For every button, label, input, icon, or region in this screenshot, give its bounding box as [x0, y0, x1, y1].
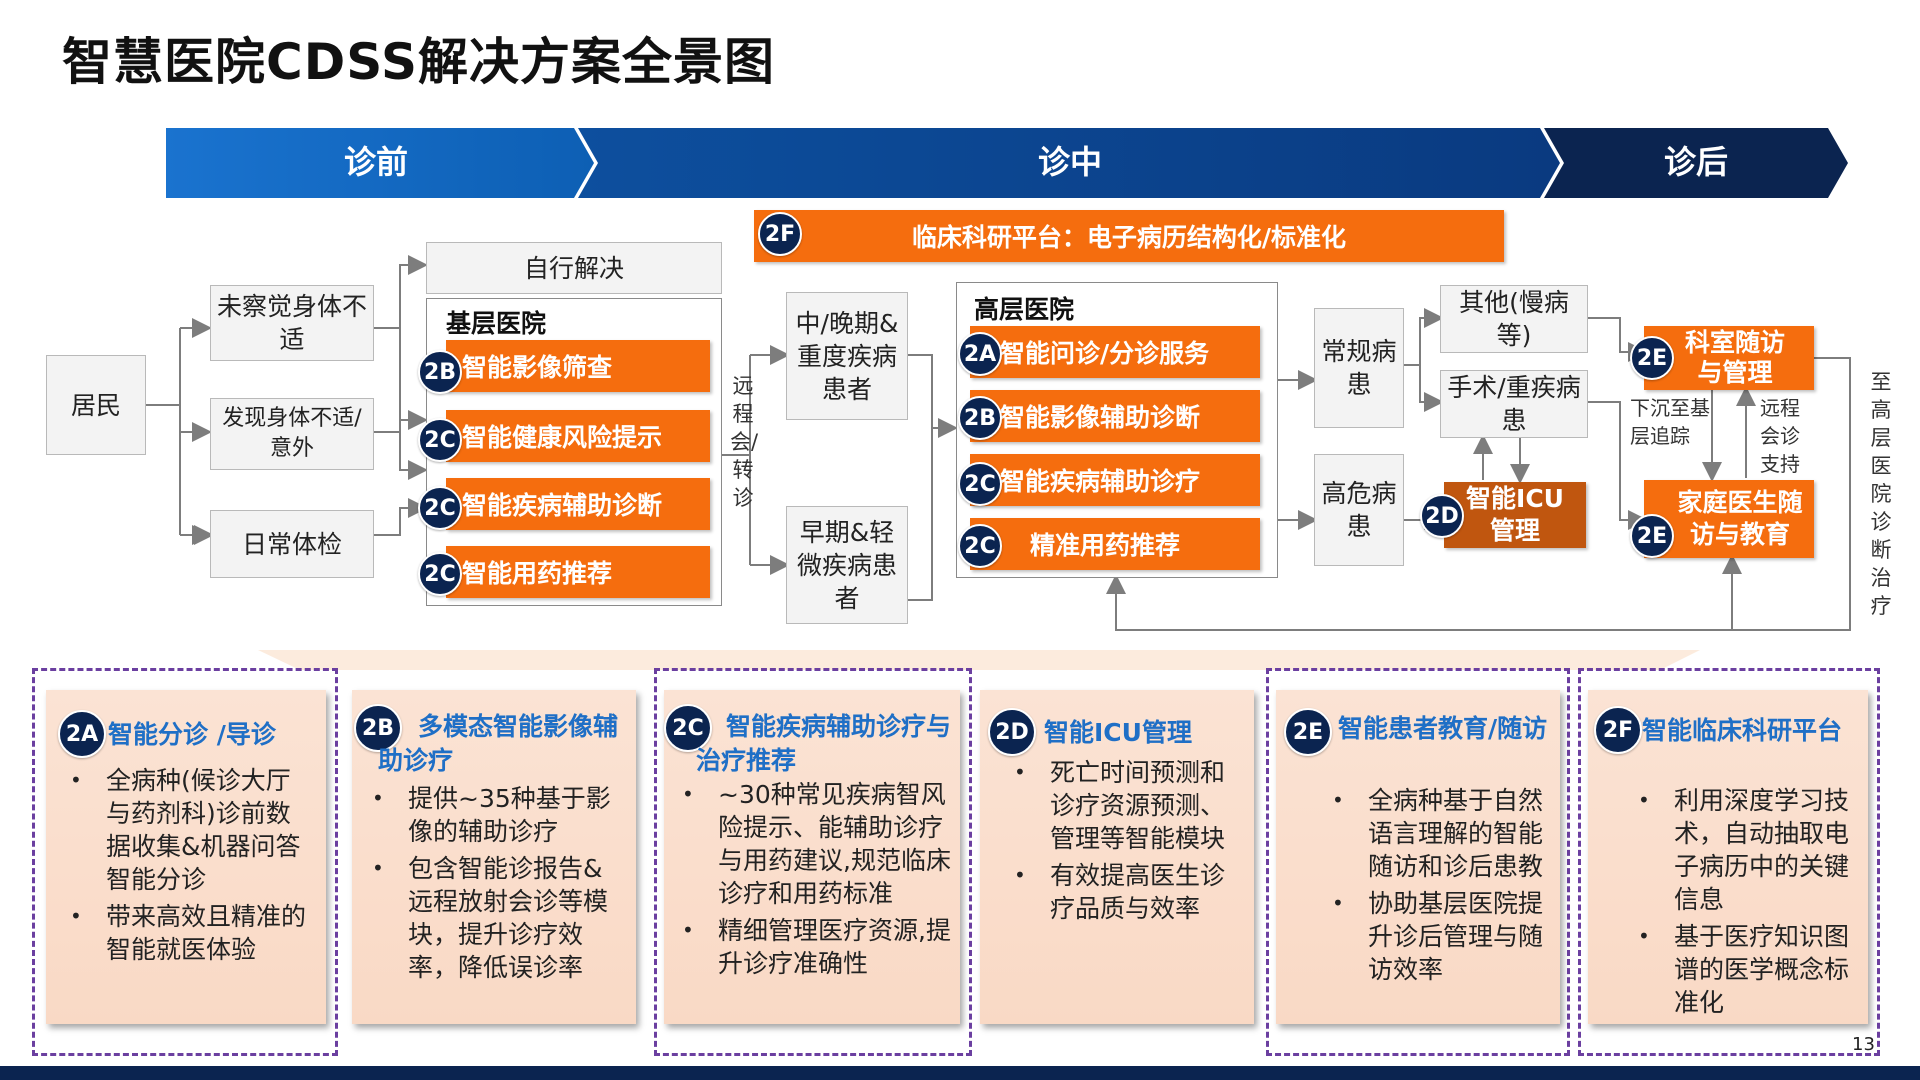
icu-box: 智能ICU管理: [1444, 482, 1586, 548]
senior-item-3: 智能疾病辅助诊疗: [970, 454, 1260, 506]
self-resolve-box: 自行解决: [426, 242, 722, 294]
card-2d: 2D 智能ICU管理 • 死亡时间预测和诊疗资源预测、管理等智能模块 • 有效提高医…: [980, 690, 1254, 1024]
senior-item-label: 智能问诊/分诊服务: [1000, 339, 1210, 368]
patient-group-severe: 中/晚期&重度疾病患者: [786, 292, 908, 420]
badge-2b: 2B: [418, 350, 462, 394]
to-senior-label: 至高层医院诊断治疗: [1870, 370, 1892, 618]
trigger-aware: 发现身体不适/ 意外: [210, 398, 374, 470]
followup-dept-label: 科室随访与管理: [1684, 328, 1785, 387]
card-title: 智能ICU管理: [1044, 718, 1192, 747]
card-title: 智能临床科研平台: [1642, 716, 1843, 745]
primary-item-2: 智能健康风险提示: [446, 410, 710, 462]
outcome-surgery: 手术/重疾病患: [1440, 370, 1588, 438]
badge-2f: 2F: [758, 212, 802, 256]
badge-2e: 2E: [1630, 514, 1674, 558]
card-bullet: • 死亡时间预测和诊疗资源预测、管理等智能模块: [1014, 758, 1226, 853]
card-bullet: • 精细管理医疗资源,提升诊疗准确性: [682, 916, 951, 978]
card-bullet: • ~30种常见疾病智风险提示、能辅助诊疗与用药建议,规范临床诊疗和用药标准: [682, 780, 951, 908]
phase-label-before: 诊前: [343, 143, 408, 181]
primary-item-label: 智能健康风险提示: [462, 423, 663, 452]
remote-consult-label: 远程会/转诊: [730, 374, 759, 510]
card-bullet: • 基于医疗知识图谱的医学概念标准化: [1638, 922, 1850, 1017]
senior-hospital-title: 高层医院: [974, 295, 1075, 324]
badge-2c: 2C: [418, 552, 462, 596]
senior-item-label: 智能疾病辅助诊疗: [1000, 467, 1201, 496]
badge-2c: 2C: [418, 486, 462, 530]
card-bullet: • 全病种基于自然语言理解的智能随访和诊后患教: [1332, 786, 1544, 881]
card-bullet: • 提供~35种基于影像的辅助诊疗: [372, 784, 611, 846]
trigger-checkup: 日常体检: [210, 510, 374, 578]
card-title: 智能患者教育/随访: [1338, 714, 1548, 743]
card-2e: 2E 智能患者教育/随访 • 全病种基于自然语言理解的智能随访和诊后患教 • 协助基…: [1276, 690, 1560, 1024]
senior-item-2: 智能影像辅助诊断: [970, 390, 1260, 442]
card-title: 多模态智能影像辅助诊疗: [378, 712, 619, 775]
senior-item-label: 智能影像辅助诊断: [1000, 403, 1201, 432]
badge-2b: 2B: [958, 396, 1002, 440]
card-badge: 2A: [58, 710, 106, 758]
footer-bar: [0, 1066, 1920, 1080]
funnel-shadow: [258, 650, 1700, 670]
primary-item-label: 智能疾病辅助诊断: [462, 491, 663, 520]
card-bullet: • 有效提高医生诊疗品质与效率: [1014, 861, 1226, 923]
patient-group-mild: 早期&轻微疾病患者: [786, 506, 908, 624]
primary-item-3: 智能疾病辅助诊断: [446, 478, 710, 530]
down-label: 下沉至基层追踪: [1630, 396, 1710, 448]
card-bullet: • 利用深度学习技术，自动抽取电子病历中的关键信息: [1638, 786, 1850, 914]
patient-type-regular: 常规病患: [1314, 308, 1404, 428]
icu-label: 智能ICU管理: [1466, 484, 1564, 545]
research-bar-label: 临床科研平台：电子病历结构化/标准化: [911, 223, 1347, 252]
card-bullet: • 包含智能诊报告&远程放射会诊等模块，提升诊疗效率，降低误诊率: [372, 854, 609, 982]
badge-2a: 2A: [958, 332, 1002, 376]
card-title: 智能分诊 /导诊: [108, 720, 276, 749]
outcome-chronic: 其他(慢病等): [1440, 285, 1588, 353]
followup-family-label: 家庭医生随访与教育: [1677, 488, 1803, 549]
card-bullet: • 协助基层医院提升诊后管理与随访效率: [1332, 889, 1544, 984]
card-2f: 2F 智能临床科研平台 • 利用深度学习技术，自动抽取电子病历中的关键信息 • 基于…: [1588, 690, 1868, 1024]
primary-item-label: 智能影像筛查: [462, 353, 613, 382]
card-2a: 2A 智能分诊 /导诊 • 全病种(候诊大厅与药剂科)诊前数据收集&机器问答智能分…: [46, 690, 326, 1024]
badge-2e: 2E: [1630, 336, 1674, 380]
senior-item-4: 精准用药推荐: [970, 518, 1260, 570]
badge-2c: 2C: [418, 418, 462, 462]
badge-2c: 2C: [958, 524, 1002, 568]
card-title: 智能疾病辅助诊疗与治疗推荐: [696, 712, 952, 775]
remote-support-label: 远程会诊支持: [1760, 396, 1800, 476]
senior-item-1: 智能问诊/分诊服务: [970, 326, 1260, 378]
phase-label-after: 诊后: [1663, 143, 1728, 181]
senior-item-label: 精准用药推荐: [1030, 531, 1181, 560]
badge-2c: 2C: [958, 462, 1002, 506]
card-2b: 2B 多模态智能影像辅助诊疗 • 提供~35种基于影像的辅助诊疗 • 包含智能诊报告…: [352, 690, 636, 1024]
phase-label-during: 诊中: [1037, 143, 1102, 181]
research-bar: 临床科研平台：电子病历结构化/标准化: [754, 210, 1504, 262]
card-bullet: • 带来高效且精准的智能就医体验: [70, 902, 307, 964]
primary-item-1: 智能影像筛查: [446, 340, 710, 392]
primary-hospital-title: 基层医院: [446, 309, 547, 338]
trigger-unaware: 未察觉身体不适: [210, 285, 374, 361]
card-badge: 2D: [988, 708, 1036, 756]
page-number: 13: [1852, 1034, 1875, 1055]
patient-type-high-risk: 高危病患: [1314, 454, 1404, 566]
resident-box: 居民: [46, 355, 146, 455]
card-bullet: • 全病种(候诊大厅与药剂科)诊前数据收集&机器问答智能分诊: [70, 766, 301, 894]
primary-item-4: 智能用药推荐: [446, 546, 710, 598]
primary-item-label: 智能用药推荐: [462, 559, 613, 588]
badge-2d: 2D: [1420, 494, 1464, 538]
card-2c: 2C 智能疾病辅助诊疗与治疗推荐 • ~30种常见疾病智风险提示、能辅助诊疗与用药…: [664, 690, 960, 1024]
